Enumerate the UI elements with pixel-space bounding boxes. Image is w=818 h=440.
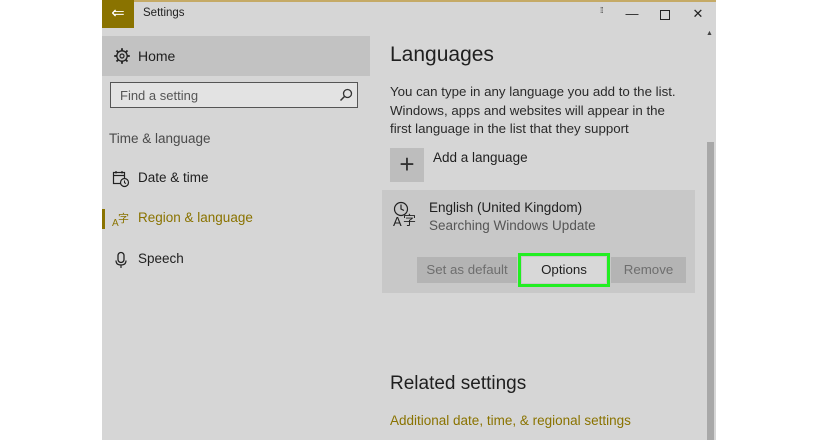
related-settings-heading: Related settings [390,373,527,394]
svg-text:字: 字 [118,211,129,225]
home-label: Home [138,48,176,64]
sidebar-item-label: Speech [138,251,184,266]
minimize-button[interactable]: — [617,4,647,24]
title-bar: ⇐ Settings ⁞⁞ — ✕ [102,0,716,28]
microphone-icon [115,251,127,268]
add-tile: + [390,148,424,182]
settings-window: ⇐ Settings ⁞⁞ — ✕ Home Find a setting Ti… [102,0,716,440]
maximize-icon [660,9,670,20]
scroll-up-icon[interactable]: ▲ [706,30,713,37]
search-box[interactable] [110,82,358,108]
language-icon: A 字 [393,201,416,228]
additional-settings-link[interactable]: Additional date, time, & regional settin… [390,413,631,428]
search-input[interactable] [111,83,325,107]
sidebar-item-label: Date & time [138,170,209,185]
section-label: Time & language [109,131,211,146]
selected-indicator [102,209,105,229]
language-name: English (United Kingdom) [429,200,583,215]
back-arrow-icon: ⇐ [111,5,125,22]
app-title: Settings [143,7,185,19]
search-icon[interactable] [338,87,354,103]
sidebar-item-date-time[interactable]: Date & time [102,161,370,197]
sidebar-item-region-language[interactable]: A 字 Region & language [102,201,370,237]
gear-icon [114,48,130,64]
maximize-button[interactable] [650,4,680,24]
minimize-icon: — [625,6,639,21]
calendar-clock-icon [112,171,130,188]
options-button[interactable]: Options [518,253,610,287]
grip-icon[interactable]: ⁞⁞ [600,6,604,15]
main-content: Languages You can type in any language y… [372,28,704,440]
close-button[interactable]: ✕ [683,4,713,24]
svg-text:A: A [393,214,402,228]
region-language-icon: A 字 [112,211,129,228]
set-as-default-button[interactable]: Set as default [417,257,517,283]
add-language-button[interactable]: + Add a language [390,148,690,184]
language-status: Searching Windows Update [429,218,596,233]
sidebar-item-label: Region & language [138,210,253,225]
back-button[interactable]: ⇐ [102,0,134,28]
sidebar-item-speech[interactable]: Speech [102,242,370,278]
close-icon: ✕ [692,6,704,21]
add-language-label: Add a language [433,150,528,165]
sidebar-item-home[interactable]: Home [102,36,370,76]
language-item[interactable]: A 字 English (United Kingdom) Searching W… [382,190,695,293]
page-title: Languages [390,43,494,66]
scrollbar[interactable]: ▲ [704,28,716,440]
sidebar: Home Time & language Date & time [102,28,372,440]
plus-icon: + [399,149,415,179]
remove-button[interactable]: Remove [611,257,686,283]
svg-text:字: 字 [403,214,416,228]
description-text: You can type in any language you add to … [390,84,676,136]
scroll-thumb[interactable] [707,142,714,440]
